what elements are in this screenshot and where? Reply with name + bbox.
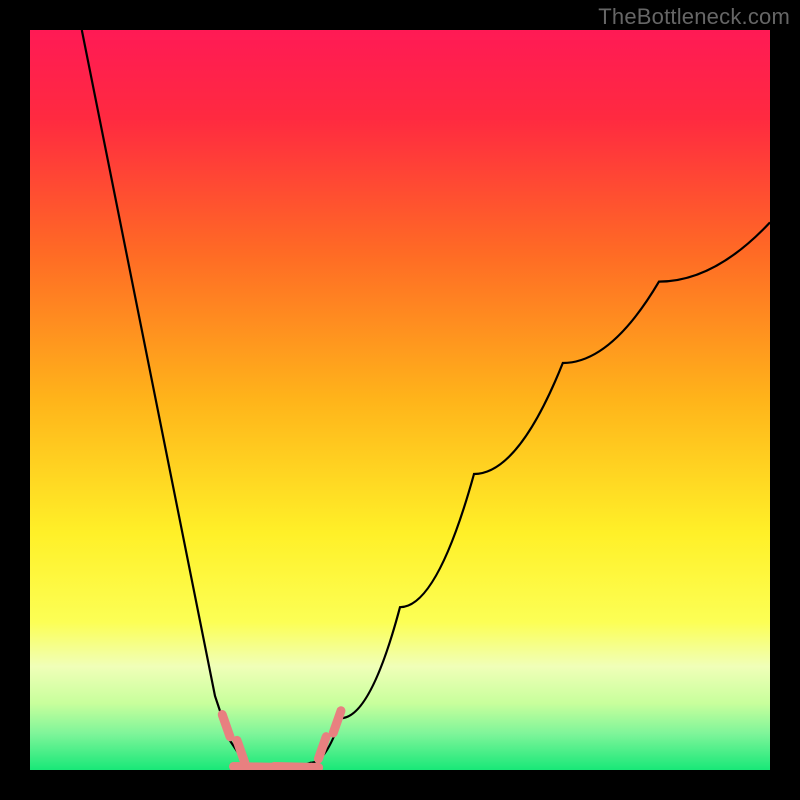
chart-frame xyxy=(30,30,770,770)
tick-mark xyxy=(237,740,245,762)
bottleneck-curve-left xyxy=(82,30,245,763)
tick-mark xyxy=(274,767,318,768)
tick-mark xyxy=(222,715,230,737)
tick-marks xyxy=(222,711,341,768)
watermark-text: TheBottleneck.com xyxy=(598,4,790,30)
tick-mark xyxy=(318,737,326,759)
bottleneck-curve-right xyxy=(311,222,770,762)
curve-layer xyxy=(30,30,770,770)
tick-mark xyxy=(333,711,341,733)
